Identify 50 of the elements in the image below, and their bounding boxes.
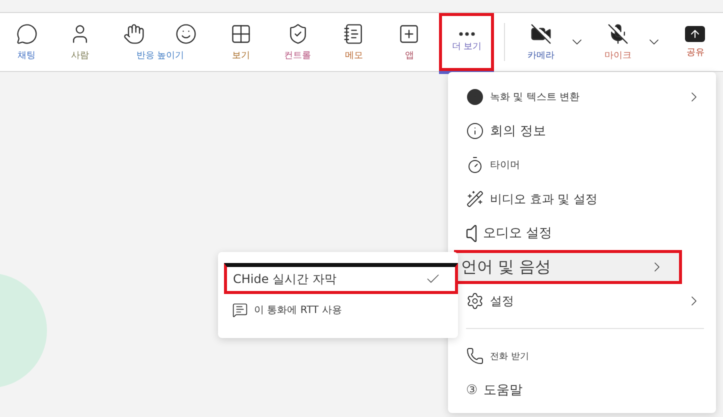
menu-item[interactable]: 회의 정보: [448, 114, 716, 148]
record-icon: [466, 88, 484, 106]
menu-item[interactable]: 전화 받기: [448, 339, 716, 373]
speaker-icon: [466, 224, 477, 242]
menu-item[interactable]: ③ 도움말: [448, 373, 716, 407]
phone-icon: [466, 347, 484, 365]
text-message-icon: [232, 302, 248, 318]
menu-item-label: 설정: [490, 292, 515, 310]
settings-icon: [466, 292, 484, 310]
toolbar-button[interactable]: 사람: [55, 13, 105, 71]
plus-square-icon: [398, 22, 420, 44]
menu-item[interactable]: 타이머: [448, 148, 716, 182]
submenu-item[interactable]: CHide 실시간 자막: [224, 263, 458, 294]
toolbar-button[interactable]: 앱: [384, 13, 436, 71]
share-icon: [685, 26, 706, 42]
menu-item[interactable]: 언어 및 음성: [454, 250, 682, 284]
menu-item-label: 녹화 및 텍스트 변환: [490, 91, 581, 104]
smiley-icon: [175, 22, 198, 44]
info-icon: [466, 122, 484, 140]
more-icon: [458, 32, 475, 36]
menu-item[interactable]: 녹화 및 텍스트 변환: [448, 80, 716, 114]
camera-off-icon: [530, 22, 552, 44]
toolbar-button[interactable]: 더 보기: [439, 13, 494, 71]
hand-icon: [123, 22, 146, 44]
menu-item-label: 회의 정보: [490, 123, 548, 140]
toolbar-button[interactable]: 카메라: [515, 13, 567, 71]
toolbar-button[interactable]: 반응 높이기: [108, 13, 212, 71]
circled-number-icon: ③: [466, 382, 478, 398]
wand-icon: [466, 190, 484, 208]
notebook-icon: [342, 22, 365, 44]
toolbar-button[interactable]: 메모: [328, 13, 380, 71]
menu-item-label: 전화 받기: [490, 350, 530, 362]
submenu-item-label: CHide 실시간 자막: [233, 270, 338, 288]
toolbar-button[interactable]: 보기: [216, 13, 267, 71]
submenu-item-label: 이 통화에 RTT 사용: [254, 304, 343, 316]
menu-item[interactable]: 오디오 설정: [448, 216, 716, 250]
toolbar-button[interactable]: 마이크: [592, 13, 644, 71]
toolbar-button[interactable]: 공유: [670, 13, 721, 71]
menu-item-label: 도움말: [484, 382, 524, 399]
grid-icon: [230, 22, 252, 44]
timer-icon: [466, 156, 484, 174]
chat-icon: [16, 22, 38, 44]
toolbar-button[interactable]: 컨트롤: [270, 13, 324, 71]
menu-item-label: 언어 및 음성: [461, 256, 552, 278]
menu-item-label: 타이머: [490, 159, 521, 172]
menu-item-label: 오디오 설정: [483, 225, 554, 242]
menu-item-label: 비디오 효과 및 설정: [490, 190, 598, 208]
menu-item[interactable]: 비디오 효과 및 설정: [448, 182, 716, 216]
toolbar-button[interactable]: 채팅: [2, 13, 52, 71]
mic-off-icon: [607, 22, 630, 44]
